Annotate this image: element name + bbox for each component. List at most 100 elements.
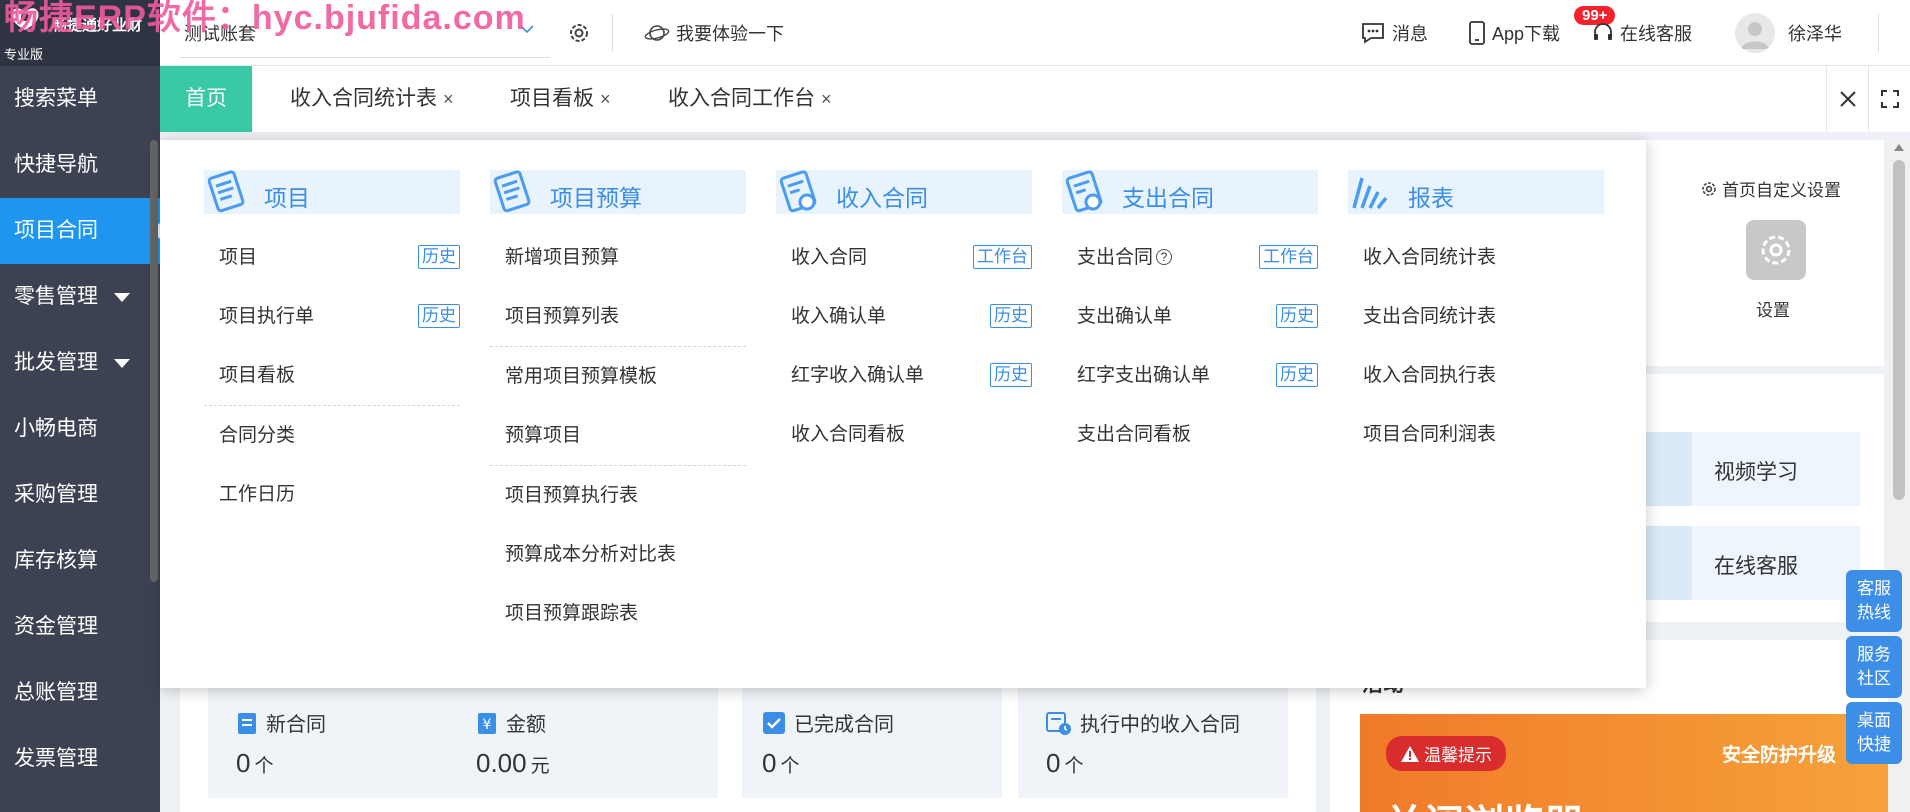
sidebar-item-label: 资金管理 — [14, 615, 98, 638]
history-tag[interactable]: 历史 — [1276, 363, 1318, 387]
sidebar-menu: 搜索菜单 快捷导航 项目合同 零售管理 批发管理 小畅电商 采购管理 库存核算 … — [0, 66, 160, 792]
tab-home[interactable]: 首页 — [160, 66, 252, 132]
menu-item-budget-tracking[interactable]: 项目预算跟踪表 — [490, 584, 746, 643]
menu-item-label: 项目合同利润表 — [1363, 424, 1497, 445]
menu-item-project-contract-profit[interactable]: 项目合同利润表 — [1348, 405, 1604, 464]
avatar[interactable] — [1735, 13, 1775, 53]
menu-item-income-contract-board[interactable]: 收入合同看板 — [776, 405, 1032, 464]
app-download-link[interactable]: App下载 — [1468, 20, 1560, 46]
menu-item-project-board[interactable]: 项目看板 — [204, 346, 460, 405]
menu-item-budget-list[interactable]: 项目预算列表 — [490, 287, 746, 346]
help-icon[interactable]: ? — [1156, 249, 1173, 265]
sidebar-item-quick-nav[interactable]: 快捷导航 — [0, 132, 160, 198]
history-tag[interactable]: 历史 — [990, 304, 1032, 328]
menu-item-budget-cost-analysis[interactable]: 预算成本分析对比表 — [490, 525, 746, 584]
watermark-text: 畅捷ERP软件：hyc.bjufida.com — [4, 0, 526, 37]
menu-item-income-contract-execution[interactable]: 收入合同执行表 — [1348, 346, 1604, 405]
menu-item-budget-template[interactable]: 常用项目预算模板 — [490, 347, 746, 406]
history-tag[interactable]: 历史 — [418, 245, 460, 269]
service-hotline-button[interactable]: 客服 热线 — [1846, 570, 1902, 632]
sidebar-item-retail[interactable]: 零售管理 — [0, 264, 160, 330]
sidebar-item-label: 快捷导航 — [14, 153, 98, 176]
sidebar-item-invoice[interactable]: 发票管理 — [0, 726, 160, 792]
menu-item-label: 项目预算跟踪表 — [505, 603, 639, 624]
menu-column-title: 项目预算 — [550, 185, 642, 211]
stat-unit: 个 — [780, 756, 800, 777]
menu-item-income-contract-stats[interactable]: 收入合同统计表 — [1348, 228, 1604, 287]
video-learning-card[interactable]: 视频学习 — [1644, 432, 1860, 506]
tab-project-board[interactable]: 项目看板 × — [510, 66, 611, 132]
close-all-tabs-button[interactable] — [1826, 66, 1868, 132]
close-icon[interactable]: × — [443, 89, 454, 109]
banner-tip-label: 温馨提示 — [1424, 746, 1492, 765]
workbench-tag[interactable]: 工作台 — [1259, 245, 1318, 269]
stat-label: 已完成合同 — [794, 714, 894, 736]
sidebar-item-label: 批发管理 — [14, 351, 98, 374]
try-experience-link[interactable]: 我要体验一下 — [644, 20, 784, 46]
menu-column-title: 项目 — [264, 185, 310, 211]
menu-item-contract-category[interactable]: 合同分类 — [204, 406, 460, 465]
home-custom-settings-link[interactable]: 首页自定义设置 — [1700, 176, 1841, 201]
document-icon — [238, 712, 256, 734]
menu-item-project[interactable]: 项目 历史 — [204, 228, 460, 287]
online-service-link[interactable]: 在线客服 — [1592, 20, 1692, 46]
service-community-button[interactable]: 服务 社区 — [1846, 636, 1902, 698]
desktop-shortcut-button[interactable]: 桌面 快捷 — [1846, 702, 1902, 764]
menu-item-income-confirmation[interactable]: 收入确认单 历史 — [776, 287, 1032, 346]
chat-icon — [1362, 23, 1384, 44]
menu-column-title: 收入合同 — [836, 185, 928, 211]
sidebar-item-ledger[interactable]: 总账管理 — [0, 660, 160, 726]
sidebar-item-wholesale[interactable]: 批发管理 — [0, 330, 160, 396]
float-button-label: 快捷 — [1857, 735, 1891, 754]
expense-contract-icon — [1065, 170, 1103, 213]
sidebar-item-project-contract[interactable]: 项目合同 — [0, 198, 160, 264]
calendar-clock-icon — [1046, 711, 1071, 735]
menu-item-label: 预算成本分析对比表 — [505, 544, 677, 565]
close-icon — [1840, 91, 1856, 107]
sidebar-item-purchase[interactable]: 采购管理 — [0, 462, 160, 528]
scroll-thumb[interactable] — [1893, 160, 1905, 500]
menu-item-expense-contract-board[interactable]: 支出合同看板 — [1062, 405, 1318, 464]
tab-income-contract-stats[interactable]: 收入合同统计表 × — [290, 66, 454, 132]
video-learning-label: 视频学习 — [1714, 461, 1798, 484]
menu-item-new-budget[interactable]: 新增项目预算 — [490, 228, 746, 287]
menu-column-income-contract: 收入合同 收入合同 工作台 收入确认单 历史 红字收入确认单 历史 收入合同看板 — [776, 170, 1032, 464]
fullscreen-button[interactable] — [1868, 66, 1910, 132]
sidebar-scrollbar[interactable] — [150, 140, 158, 582]
sidebar-item-ecommerce[interactable]: 小畅电商 — [0, 396, 160, 462]
gear-icon[interactable] — [566, 20, 592, 46]
settings-shortcut[interactable] — [1746, 220, 1806, 280]
history-tag[interactable]: 历史 — [990, 363, 1032, 387]
username[interactable]: 徐泽华 — [1788, 20, 1842, 46]
float-button-label: 热线 — [1857, 603, 1891, 622]
promo-banner[interactable]: 温馨提示 安全防护升级 关闭浏览器 — [1360, 714, 1900, 812]
sidebar-item-search-menu[interactable]: 搜索菜单 — [0, 66, 160, 132]
history-tag[interactable]: 历史 — [1276, 304, 1318, 328]
menu-item-budget-item[interactable]: 预算项目 — [490, 406, 746, 465]
close-icon[interactable]: × — [600, 89, 611, 109]
menu-item-expense-confirmation[interactable]: 支出确认单 历史 — [1062, 287, 1318, 346]
checkbox-icon — [763, 711, 785, 734]
online-service-card[interactable]: 在线客服 — [1644, 526, 1860, 600]
scroll-up-arrow-icon[interactable] — [1894, 144, 1904, 151]
stat-box-executing — [1018, 682, 1288, 798]
history-tag[interactable]: 历史 — [418, 304, 460, 328]
sidebar-item-inventory[interactable]: 库存核算 — [0, 528, 160, 594]
menu-item-red-income-confirmation[interactable]: 红字收入确认单 历史 — [776, 346, 1032, 405]
stat-label: 新合同 — [266, 714, 326, 736]
messages-button[interactable]: 消息 — [1360, 20, 1428, 46]
menu-item-project-execution[interactable]: 项目执行单 历史 — [204, 287, 460, 346]
menu-item-budget-execution[interactable]: 项目预算执行表 — [490, 466, 746, 525]
banner-headline: 关闭浏览器 — [1384, 792, 1584, 812]
close-icon[interactable]: × — [821, 89, 832, 109]
menu-item-work-calendar[interactable]: 工作日历 — [204, 465, 460, 524]
divider — [612, 14, 613, 52]
menu-column-title: 支出合同 — [1122, 185, 1214, 211]
menu-item-income-contract[interactable]: 收入合同 工作台 — [776, 228, 1032, 287]
tab-income-contract-workbench[interactable]: 收入合同工作台 × — [668, 66, 832, 132]
menu-item-expense-contract-stats[interactable]: 支出合同统计表 — [1348, 287, 1604, 346]
menu-item-expense-contract[interactable]: 支出合同? 工作台 — [1062, 228, 1318, 287]
sidebar-item-funds[interactable]: 资金管理 — [0, 594, 160, 660]
workbench-tag[interactable]: 工作台 — [973, 245, 1032, 269]
menu-item-red-expense-confirmation[interactable]: 红字支出确认单 历史 — [1062, 346, 1318, 405]
